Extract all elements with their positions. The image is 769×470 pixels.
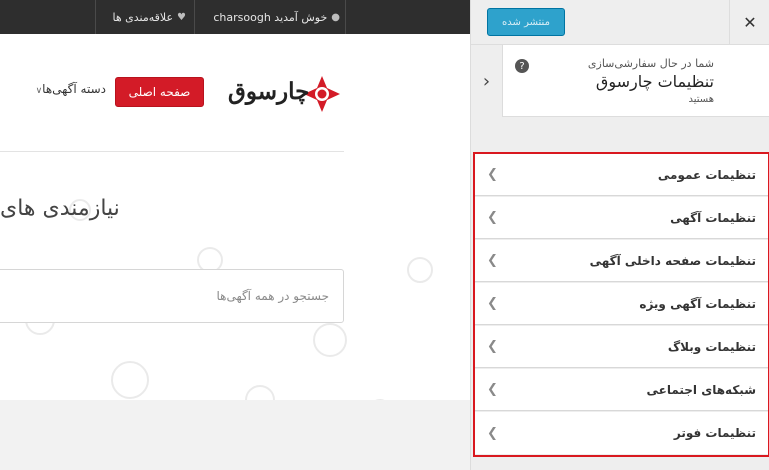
site-logo[interactable]: چارسوق bbox=[226, 70, 342, 118]
customizer-header: منتشر شده ✕ bbox=[471, 0, 769, 45]
section-ads[interactable]: ❮ تنظیمات آگهی bbox=[475, 197, 768, 239]
search-placeholder: جستجو در همه آگهی‌ها bbox=[216, 289, 329, 303]
admin-bar-separator bbox=[194, 0, 195, 34]
chevron-left-icon: ❮ bbox=[487, 382, 498, 397]
nav-divider bbox=[0, 151, 344, 152]
section-blog[interactable]: ❮ تنظیمات وبلاگ bbox=[475, 326, 768, 368]
info-card: ? شما در حال سفارشی‌سازی تنظیمات چارسوق … bbox=[503, 45, 769, 117]
chevron-left-icon: ❮ bbox=[487, 339, 498, 354]
admin-bar: ● خوش آمدید charsoogh ♥ علاقه‌مندی ها bbox=[0, 0, 470, 34]
chevron-left-icon: ❮ bbox=[487, 253, 498, 268]
site-preview: ● خوش آمدید charsoogh ♥ علاقه‌مندی ها چا… bbox=[0, 0, 470, 470]
info-title: تنظیمات چارسوق bbox=[595, 72, 714, 91]
chevron-left-icon: ❮ bbox=[487, 425, 498, 441]
user-icon: ● bbox=[331, 11, 340, 23]
wishlist-text: علاقه‌مندی ها bbox=[112, 10, 174, 24]
heart-icon: ♥ bbox=[177, 11, 186, 23]
section-label: تنظیمات آگهی bbox=[670, 210, 756, 225]
section-label: شبکه‌های اجتماعی bbox=[646, 382, 756, 397]
welcome-text: خوش آمدید charsoogh bbox=[213, 10, 328, 24]
section-label: تنظیمات فوتر bbox=[673, 426, 756, 440]
back-button[interactable]: › bbox=[471, 45, 503, 117]
chevron-right-icon: › bbox=[482, 70, 491, 92]
close-icon: ✕ bbox=[743, 13, 757, 32]
admin-bar-wishlist[interactable]: ♥ علاقه‌مندی ها bbox=[100, 0, 187, 34]
info-trail: هستید bbox=[688, 94, 714, 105]
info-subtitle: شما در حال سفارشی‌سازی bbox=[587, 57, 714, 70]
home-button[interactable]: صفحه اصلی bbox=[115, 77, 204, 107]
help-icon[interactable]: ? bbox=[515, 59, 529, 73]
chevron-left-icon: ❮ bbox=[487, 296, 498, 311]
customizer-panel: منتشر شده ✕ ? شما در حال سفارشی‌سازی تنظ… bbox=[470, 0, 769, 470]
info-text: شما در حال سفارشی‌سازی تنظیمات چارسوق هس… bbox=[588, 57, 714, 105]
search-input[interactable]: جستجو در همه آگهی‌ها bbox=[0, 269, 344, 323]
section-label: تنظیمات صفحه داخلی آگهی bbox=[589, 253, 756, 268]
admin-bar-welcome[interactable]: ● خوش آمدید charsoogh bbox=[204, 0, 340, 34]
nav-categories[interactable]: دسته آگهی‌ها∨ bbox=[0, 82, 106, 102]
logo-text: چارسوق bbox=[228, 78, 310, 105]
customizer-sections: ❮ تنظیمات عمومی ❮ تنظیمات آگهی ❮ تنظیمات… bbox=[473, 152, 769, 457]
nav-categories-label: دسته آگهی‌ها bbox=[42, 82, 106, 96]
publish-button[interactable]: منتشر شده bbox=[487, 8, 565, 36]
section-ad-single[interactable]: ❮ تنظیمات صفحه داخلی آگهی bbox=[475, 240, 768, 282]
close-button[interactable]: ✕ bbox=[729, 0, 769, 45]
section-label: تنظیمات آگهی ویژه bbox=[639, 296, 756, 311]
section-general[interactable]: ❮ تنظیمات عمومی bbox=[475, 154, 768, 196]
footer-band bbox=[0, 400, 470, 470]
customizer-info: ? شما در حال سفارشی‌سازی تنظیمات چارسوق … bbox=[471, 45, 769, 117]
section-featured-ads[interactable]: ❮ تنظیمات آگهی ویژه bbox=[475, 283, 768, 325]
chevron-left-icon: ❮ bbox=[487, 167, 498, 182]
admin-bar-separator bbox=[345, 0, 346, 34]
section-label: تنظیمات وبلاگ bbox=[667, 339, 756, 354]
section-label: تنظیمات عمومی bbox=[657, 167, 756, 182]
admin-bar-separator bbox=[95, 0, 96, 34]
section-footer[interactable]: ❮ تنظیمات فوتر bbox=[475, 412, 768, 454]
hero-title: نیازمندی های bbox=[0, 196, 120, 221]
section-social[interactable]: ❮ شبکه‌های اجتماعی bbox=[475, 369, 768, 411]
chevron-left-icon: ❮ bbox=[487, 210, 498, 225]
